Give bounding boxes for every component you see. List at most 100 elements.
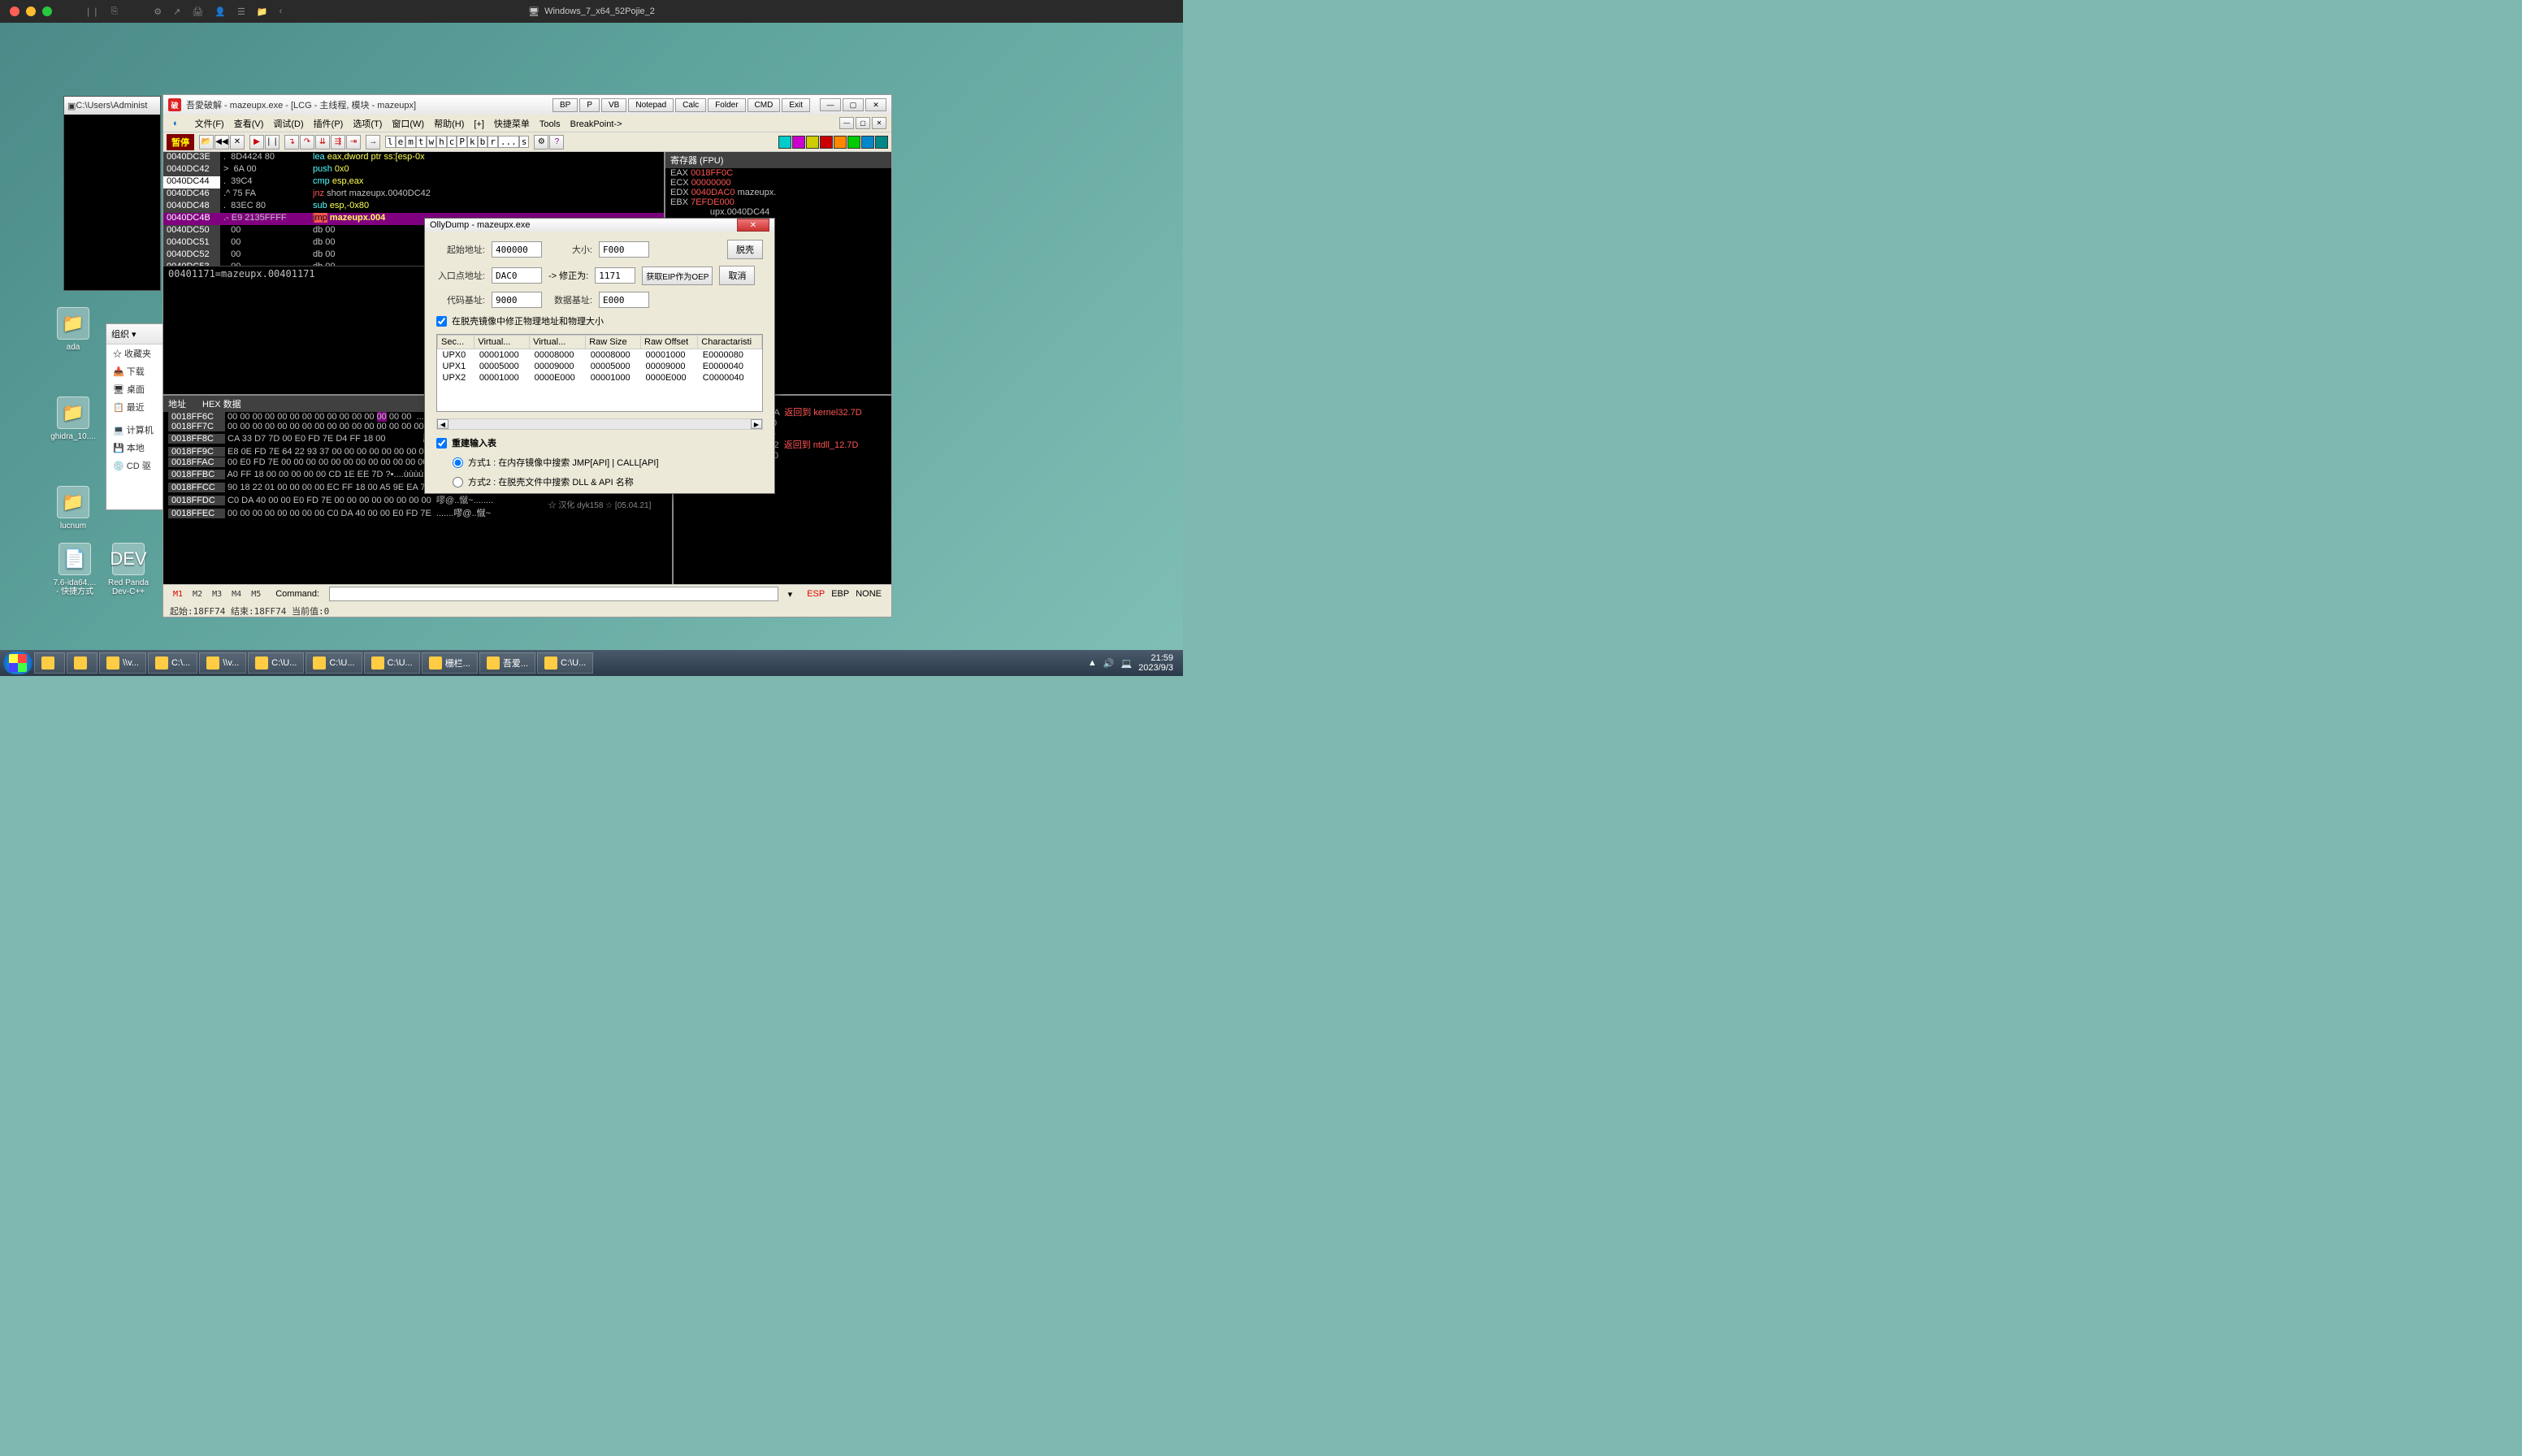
- tb-letter-P[interactable]: P: [457, 136, 467, 148]
- tb-letter-w[interactable]: w: [427, 136, 437, 148]
- tb-letter-k[interactable]: k: [467, 136, 478, 148]
- tb-letter-s[interactable]: s: [519, 136, 530, 148]
- method1-radio[interactable]: [453, 457, 463, 468]
- register-line[interactable]: EDX 0040DAC0 mazeupx.: [665, 188, 891, 197]
- cancel-button[interactable]: 取消: [719, 266, 755, 285]
- cpu-row[interactable]: 0040DC42> 6A 00push 0x0: [163, 164, 664, 176]
- scroll-left-icon[interactable]: ◀: [437, 419, 448, 429]
- memory-tab[interactable]: M1: [168, 589, 188, 600]
- tb-execute-till-icon[interactable]: ⇥: [346, 135, 361, 150]
- start-addr-input[interactable]: [492, 241, 542, 258]
- tb-color-teal[interactable]: [875, 136, 888, 149]
- tb-letter-h[interactable]: h: [436, 136, 447, 148]
- tb-color-green[interactable]: [847, 136, 860, 149]
- memory-tab[interactable]: M2: [188, 589, 207, 600]
- explorer-item[interactable]: 💻 计算机: [106, 421, 170, 439]
- menu-item[interactable]: [+]: [469, 118, 489, 131]
- memory-tab[interactable]: M4: [227, 589, 246, 600]
- scroll-right-icon[interactable]: ▶: [751, 419, 762, 429]
- tb-run-icon[interactable]: ▶: [249, 135, 264, 150]
- menu-item[interactable]: 查看(V): [229, 118, 269, 131]
- menu-item[interactable]: 选项(T): [348, 118, 387, 131]
- fix-sections-checkbox[interactable]: [436, 316, 447, 327]
- scrollbar[interactable]: ◀ ▶: [436, 418, 763, 430]
- tb-color-orange[interactable]: [834, 136, 847, 149]
- explorer-item[interactable]: 📋 最近: [106, 398, 170, 416]
- menu-item[interactable]: 插件(P): [309, 118, 349, 131]
- explorer-window[interactable]: 组织 ▾ ☆ 收藏夹📥 下载🖥 桌面📋 最近💻 计算机💾 本地💿 CD 驱: [106, 323, 171, 510]
- taskbar-item[interactable]: [67, 652, 98, 674]
- taskbar-item[interactable]: C:\U...: [364, 652, 420, 674]
- mac-maximize[interactable]: [42, 6, 52, 16]
- tray-icon[interactable]: ▲: [1088, 658, 1097, 668]
- fix-input[interactable]: [595, 267, 635, 284]
- tray-icon[interactable]: 🔊: [1103, 658, 1115, 669]
- desktop-icon[interactable]: 📄7.6-ida64....- 快捷方式: [50, 543, 99, 596]
- mac-close[interactable]: [10, 6, 20, 16]
- menu-item[interactable]: 窗口(W): [387, 118, 429, 131]
- tray-icon[interactable]: 💻: [1120, 658, 1132, 669]
- table-row[interactable]: UPX2000010000000E000000010000000E000C000…: [438, 372, 762, 384]
- tb-letter-c[interactable]: c: [447, 136, 457, 148]
- start-button[interactable]: [3, 652, 32, 674]
- tb-color-yellow[interactable]: [806, 136, 819, 149]
- taskbar-item[interactable]: \\v...: [199, 652, 246, 674]
- dialog-close-button[interactable]: ✕: [737, 219, 769, 232]
- tb-step-over-icon[interactable]: ↷: [300, 135, 314, 150]
- clock[interactable]: 21:59 2023/9/3: [1138, 653, 1173, 673]
- tb-letter-l[interactable]: l: [385, 136, 396, 148]
- explorer-toolbar[interactable]: 组织 ▾: [106, 324, 170, 344]
- tb-color-magenta[interactable]: [792, 136, 805, 149]
- menu-item[interactable]: Tools: [535, 118, 566, 131]
- dump-button[interactable]: 脱壳: [727, 240, 763, 259]
- quick-button-folder[interactable]: Folder: [708, 98, 745, 112]
- quick-button-bp[interactable]: BP: [552, 98, 578, 112]
- menu-item[interactable]: BreakPoint->: [566, 118, 627, 131]
- taskbar-item[interactable]: 吾爱...: [479, 652, 535, 674]
- mdi-minimize[interactable]: —: [839, 117, 854, 129]
- cpu-row[interactable]: 0040DC46.^ 75 FAjnz short mazeupx.0040DC…: [163, 188, 664, 201]
- table-row[interactable]: UPX000001000000080000000800000001000E000…: [438, 349, 762, 362]
- taskbar-item[interactable]: C:\U...: [537, 652, 593, 674]
- desktop-icon[interactable]: DEVRed PandaDev-C++: [104, 543, 153, 596]
- tb-letter-e[interactable]: e: [396, 136, 406, 148]
- explorer-item[interactable]: 💿 CD 驱: [106, 457, 170, 474]
- tb-settings-icon[interactable]: ⚙: [534, 135, 548, 150]
- register-line[interactable]: EBX 7EFDE000: [665, 197, 891, 207]
- desktop-icon[interactable]: 📁ghidra_10....: [49, 396, 98, 441]
- command-input[interactable]: [329, 587, 778, 601]
- cpu-row[interactable]: 0040DC44. 39C4cmp esp,eax: [163, 176, 664, 188]
- menu-item[interactable]: 快捷菜单: [489, 118, 535, 131]
- mdi-close[interactable]: ✕: [872, 117, 886, 129]
- explorer-item[interactable]: 🖥 桌面: [106, 380, 170, 398]
- taskbar-item[interactable]: \\v...: [99, 652, 146, 674]
- menu-item[interactable]: 文件(F): [190, 118, 229, 131]
- explorer-item[interactable]: 📥 下载: [106, 362, 170, 380]
- quick-button-vb[interactable]: VB: [601, 98, 626, 112]
- tb-trace-over-icon[interactable]: ⇶: [331, 135, 345, 150]
- tb-step-into-icon[interactable]: ↴: [284, 135, 299, 150]
- register-line[interactable]: ECX 00000000: [665, 178, 891, 188]
- menu-item[interactable]: 调试(D): [268, 118, 308, 131]
- system-tray[interactable]: ▲ 🔊 💻 21:59 2023/9/3: [1081, 653, 1180, 673]
- quick-button-calc[interactable]: Calc: [675, 98, 706, 112]
- code-base-input[interactable]: [492, 292, 542, 308]
- tb-rewind-icon[interactable]: ◀◀: [214, 135, 229, 150]
- tb-letter-m[interactable]: m: [405, 136, 416, 148]
- entry-input[interactable]: [492, 267, 542, 284]
- cpu-row[interactable]: 0040DC3E. 8D4424 80lea eax,dword ptr ss:…: [163, 152, 664, 164]
- taskbar-item[interactable]: C:\U...: [248, 652, 304, 674]
- taskbar-item[interactable]: [34, 652, 65, 674]
- tb-letter-...[interactable]: ...: [498, 136, 519, 148]
- desktop-icon[interactable]: 📁ada: [49, 307, 98, 352]
- quick-button-exit[interactable]: Exit: [782, 98, 810, 112]
- get-eip-button[interactable]: 获取EIP作为OEP: [642, 266, 713, 285]
- tb-close-icon[interactable]: ✕: [230, 135, 245, 150]
- method2-radio[interactable]: [453, 477, 463, 488]
- dialog-titlebar[interactable]: OllyDump - mazeupx.exe ✕: [425, 219, 774, 232]
- tb-color-red[interactable]: [820, 136, 833, 149]
- sections-table[interactable]: Sec...Virtual...Virtual...Raw SizeRaw Of…: [436, 334, 763, 412]
- mdi-restore[interactable]: ▢: [856, 117, 870, 129]
- tb-pause-icon[interactable]: ❘❘: [265, 135, 280, 150]
- cpu-row[interactable]: 0040DC48. 83EC 80sub esp,-0x80: [163, 201, 664, 213]
